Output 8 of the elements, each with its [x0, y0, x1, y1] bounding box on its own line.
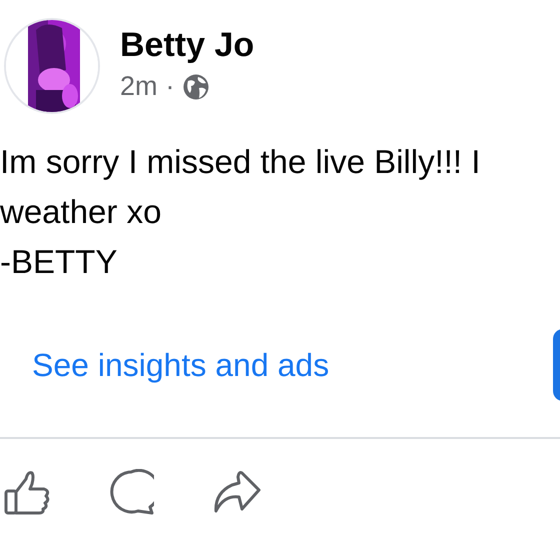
- like-icon[interactable]: [4, 469, 50, 515]
- post-time: 2m: [120, 71, 158, 102]
- insights-link[interactable]: See insights and ads: [32, 346, 330, 384]
- separator: ·: [166, 71, 175, 102]
- globe-icon[interactable]: [182, 74, 209, 100]
- comment-icon[interactable]: [108, 469, 154, 515]
- author-name[interactable]: Betty Jo: [120, 26, 254, 65]
- share-icon[interactable]: [212, 469, 262, 515]
